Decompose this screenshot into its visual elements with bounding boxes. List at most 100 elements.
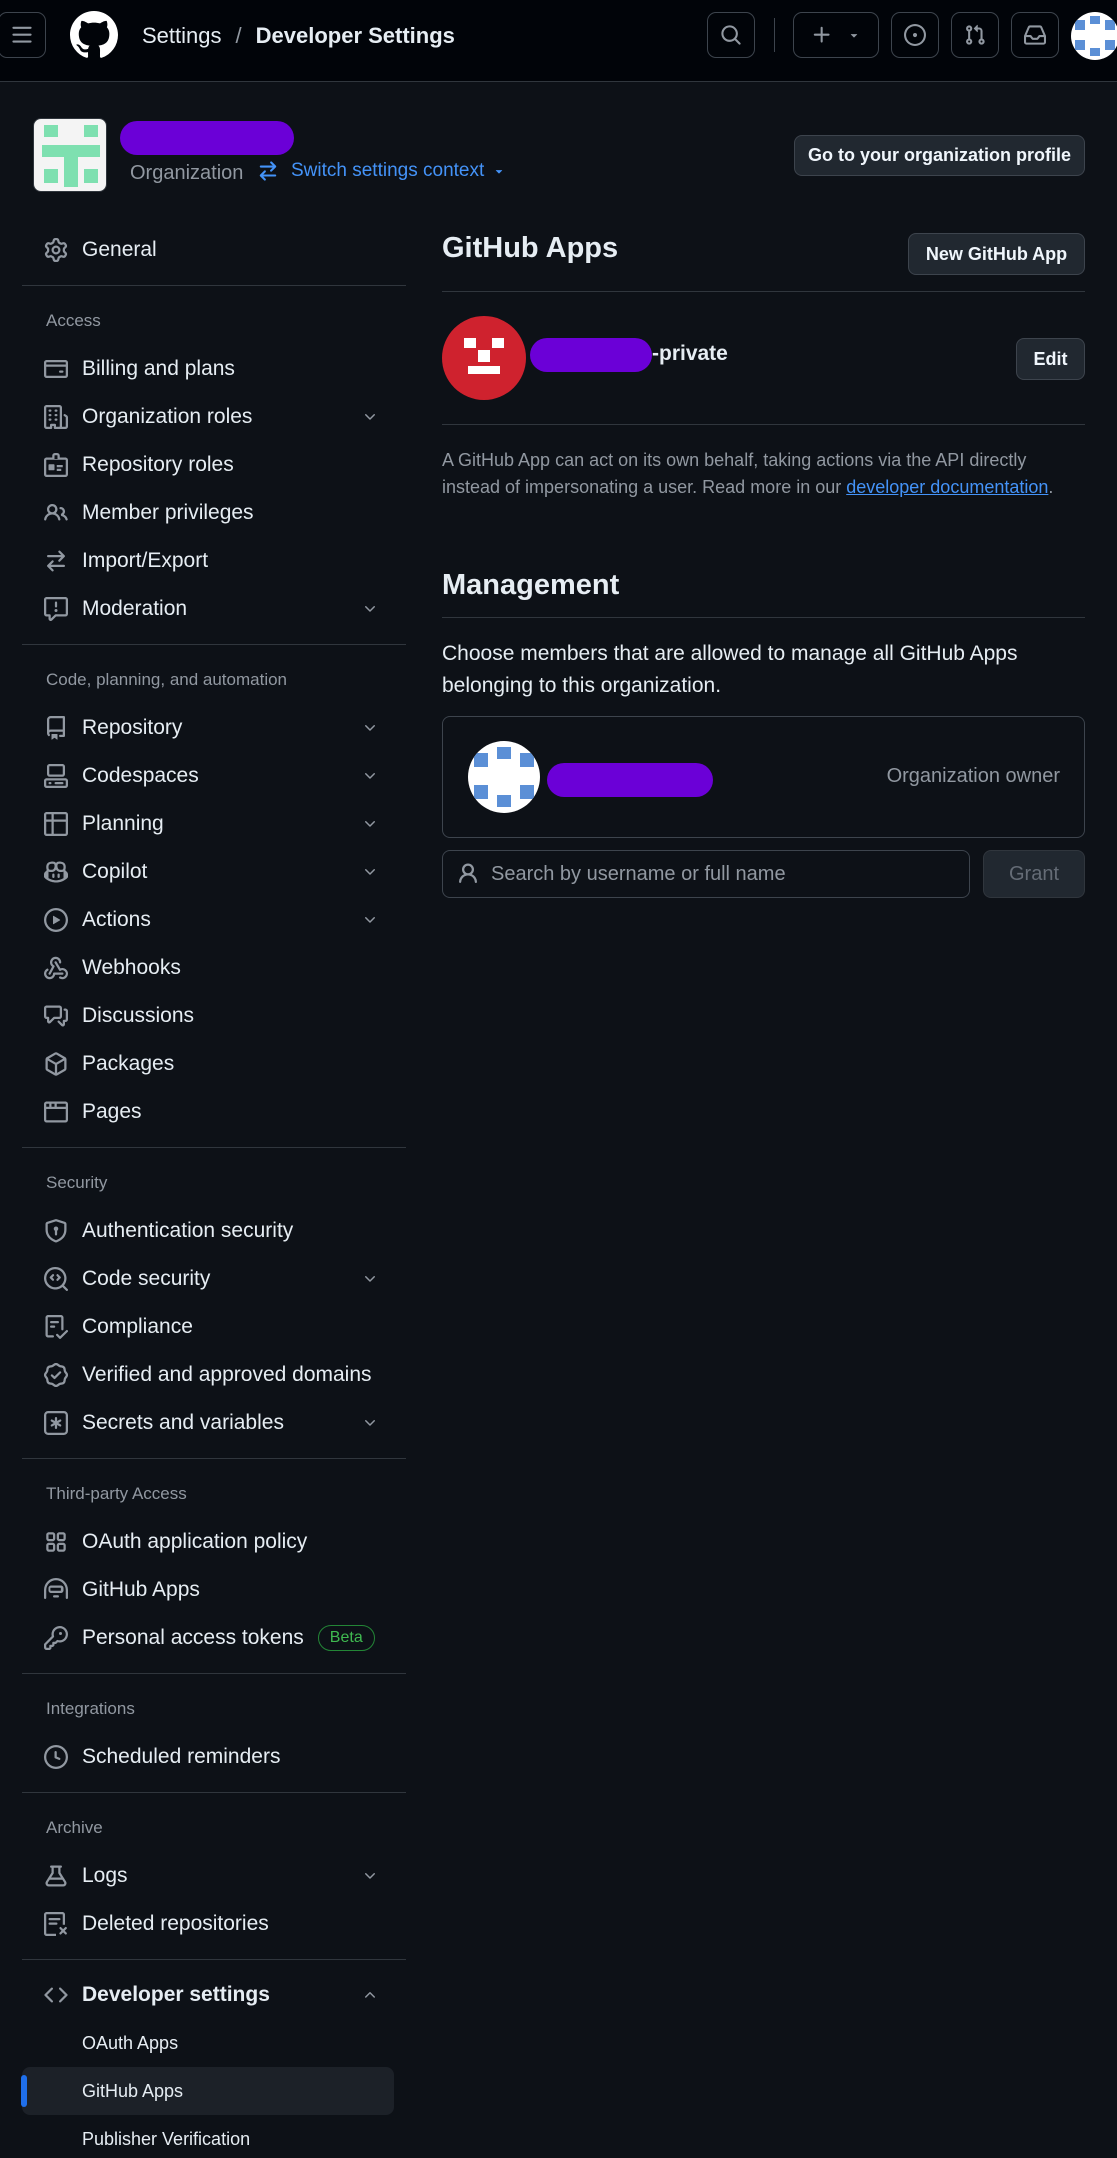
new-github-app-button[interactable]: New GitHub App — [908, 233, 1085, 275]
sidebar-item-repository[interactable]: Repository — [22, 704, 406, 752]
sidebar-divider — [22, 1673, 406, 1674]
sidebar-item-actions[interactable]: Actions — [22, 896, 406, 944]
sidebar-item-import-export[interactable]: Import/Export — [22, 537, 406, 585]
chevron-down-icon — [365, 1873, 375, 1879]
identicon-icon — [474, 747, 534, 807]
sidebar-item-label: Scheduled reminders — [82, 1745, 281, 1768]
chevron-down-icon — [365, 821, 375, 827]
codespaces-icon — [44, 764, 68, 788]
sidebar-item-label: Organization roles — [82, 405, 253, 428]
report-icon — [44, 597, 68, 621]
header-divider — [774, 18, 775, 52]
sidebar-item-label: Repository roles — [82, 453, 234, 476]
sidebar-item-label: Pages — [82, 1100, 142, 1123]
sidebar-item-label: Codespaces — [82, 764, 199, 787]
chevron-down-icon — [365, 773, 375, 779]
sidebar-item-label: OAuth application policy — [82, 1530, 308, 1553]
sidebar-item-packages[interactable]: Packages — [22, 1040, 406, 1088]
sidebar-item-personal-access-tokens[interactable]: Personal access tokens Beta — [22, 1614, 406, 1662]
identicon-icon — [1075, 16, 1115, 56]
arrow-switch-icon — [47, 550, 65, 572]
sidebar-item-general[interactable]: General — [22, 226, 406, 274]
search-button[interactable] — [707, 12, 755, 58]
app-manager-list: Organization owner — [442, 716, 1085, 838]
member-avatar[interactable] — [468, 741, 540, 813]
sidebar-item-deleted-repositories[interactable]: Deleted repositories — [22, 1900, 406, 1948]
organization-icon — [44, 405, 68, 429]
browser-icon — [44, 1101, 68, 1123]
sidebar-item-authentication-security[interactable]: Authentication security — [22, 1207, 406, 1255]
user-avatar[interactable] — [1071, 12, 1117, 60]
sidebar-item-discussions[interactable]: Discussions — [22, 992, 406, 1040]
apps-description: A GitHub App can act on its own behalf, … — [442, 447, 1085, 501]
sidebar-item-copilot[interactable]: Copilot — [22, 848, 406, 896]
app-row: -private Edit — [442, 292, 1085, 425]
chevron-down-icon — [365, 917, 375, 923]
sidebar-group-integrations: Integrations — [46, 1699, 135, 1718]
person-icon — [459, 863, 477, 884]
create-new-button[interactable] — [793, 12, 879, 58]
inbox-button[interactable] — [1011, 12, 1059, 58]
sidebar-item-scheduled-reminders[interactable]: Scheduled reminders — [22, 1733, 406, 1781]
member-search-input[interactable] — [442, 850, 970, 898]
sidebar-item-developer-settings[interactable]: Developer settings — [22, 1971, 406, 2019]
breadcrumb-developer-settings[interactable]: Developer Settings — [256, 22, 455, 50]
sidebar-item-repository-roles[interactable]: Repository roles — [22, 441, 406, 489]
sidebar-item-moderation[interactable]: Moderation — [22, 585, 406, 633]
repo-icon — [46, 716, 65, 740]
org-type-label: Organization — [130, 162, 244, 184]
inbox-icon — [1024, 25, 1046, 45]
developer-documentation-link[interactable]: developer documentation — [846, 477, 1048, 497]
menu-button[interactable] — [0, 12, 46, 58]
settings-sidebar: General Access Billing and plans Organiz… — [21, 226, 406, 2158]
sidebar-item-oauth-policy[interactable]: OAuth application policy — [22, 1518, 406, 1566]
sidebar-item-codespaces[interactable]: Codespaces — [22, 752, 406, 800]
sidebar-item-code-security[interactable]: Code security — [22, 1255, 406, 1303]
edit-app-button[interactable]: Edit — [1016, 338, 1085, 380]
sidebar-item-label: GitHub Apps — [82, 1578, 200, 1601]
app-avatar[interactable] — [442, 316, 526, 400]
sidebar-item-compliance[interactable]: Compliance — [22, 1303, 406, 1351]
sidebar-item-verified-domains[interactable]: Verified and approved domains — [22, 1351, 406, 1399]
sidebar-item-billing[interactable]: Billing and plans — [22, 345, 406, 393]
hamburger-icon — [12, 26, 32, 43]
org-profile-button[interactable]: Go to your organization profile — [794, 135, 1085, 176]
main-content: GitHub Apps New GitHub App -private Edit… — [442, 226, 1085, 898]
sidebar-subitem-github-apps[interactable]: GitHub Apps — [21, 2067, 394, 2115]
sidebar-item-webhooks[interactable]: Webhooks — [22, 944, 406, 992]
chevron-down-icon — [365, 1276, 375, 1282]
sidebar-item-label: Copilot — [82, 860, 148, 883]
switch-settings-context[interactable]: Switch settings context — [257, 160, 506, 182]
sidebar-item-label: Authentication security — [82, 1219, 294, 1242]
pull-requests-button[interactable] — [951, 12, 999, 58]
sidebar-subitem-oauth-apps[interactable]: OAuth Apps — [22, 2019, 406, 2067]
apps-icon — [46, 1532, 66, 1552]
sidebar-item-label: Secrets and variables — [82, 1411, 284, 1434]
redacted-app-name — [530, 338, 652, 372]
breadcrumb-separator: / — [235, 23, 242, 48]
sidebar-item-label: Personal access tokens — [82, 1626, 304, 1649]
grant-button[interactable]: Grant — [983, 850, 1085, 898]
table-icon — [44, 812, 68, 836]
sidebar-item-planning[interactable]: Planning — [22, 800, 406, 848]
active-indicator — [21, 2075, 27, 2107]
sidebar-item-logs[interactable]: Logs — [22, 1852, 406, 1900]
sidebar-item-github-apps[interactable]: GitHub Apps — [22, 1566, 406, 1614]
sidebar-group-code: Code, planning, and automation — [46, 670, 288, 689]
top-header: Settings / Developer Settings — [0, 0, 1117, 82]
issues-button[interactable] — [891, 12, 939, 58]
redacted-member-name — [547, 763, 713, 797]
grant-access-row: Grant — [442, 850, 1085, 898]
sidebar-item-label: General — [82, 238, 157, 261]
sidebar-subitem-label: GitHub Apps — [82, 2080, 184, 2101]
sidebar-item-secrets-variables[interactable]: Secrets and variables — [22, 1399, 406, 1447]
sidebar-item-organization-roles[interactable]: Organization roles — [22, 393, 406, 441]
caret-down-icon — [850, 34, 858, 38]
github-logo-icon[interactable] — [70, 11, 118, 59]
sidebar-subitem-publisher-verification[interactable]: Publisher Verification — [22, 2115, 406, 2158]
app-name[interactable]: -private — [652, 342, 728, 366]
sidebar-item-pages[interactable]: Pages — [22, 1088, 406, 1136]
org-avatar[interactable] — [33, 118, 107, 192]
sidebar-item-member-privileges[interactable]: Member privileges — [22, 489, 406, 537]
breadcrumb-settings[interactable]: Settings — [142, 22, 222, 50]
